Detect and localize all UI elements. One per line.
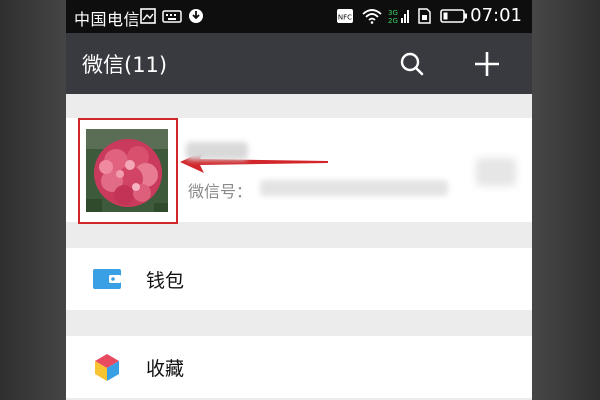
plus-icon bbox=[475, 52, 499, 76]
hydrangea-flower-image bbox=[86, 129, 168, 212]
search-icon bbox=[400, 52, 424, 76]
menu-item-wallet[interactable]: 钱包 bbox=[66, 248, 532, 310]
wifi-icon bbox=[362, 9, 382, 24]
phone-screen: 中国电信 NFC 3G 2G 07:01 微信(11) 微信号： 钱包 收藏 bbox=[66, 0, 532, 400]
signal-3g-icon: 3G 2G bbox=[388, 9, 409, 24]
profile-card[interactable]: 微信号： bbox=[66, 118, 532, 224]
right-blurred-background bbox=[532, 0, 600, 400]
avatar[interactable] bbox=[86, 129, 168, 212]
blurred-wechat-id bbox=[260, 180, 448, 196]
add-button[interactable] bbox=[468, 45, 506, 83]
wechat-id-label: 微信号： bbox=[188, 182, 253, 201]
app-header: 微信(11) bbox=[66, 33, 532, 94]
battery-icon bbox=[440, 9, 467, 23]
screenshot-icon bbox=[140, 8, 156, 24]
status-bar: 中国电信 NFC 3G 2G 07:01 bbox=[66, 0, 532, 33]
left-blurred-background bbox=[0, 0, 66, 400]
page-title: 微信(11) bbox=[82, 53, 168, 77]
carrier-label: 中国电信 bbox=[74, 10, 141, 29]
menu-item-favorites[interactable]: 收藏 bbox=[66, 336, 532, 398]
menu-item-label: 收藏 bbox=[146, 358, 185, 380]
svg-text:2G: 2G bbox=[388, 17, 398, 24]
download-icon bbox=[189, 9, 203, 23]
svg-text:3G: 3G bbox=[388, 9, 398, 17]
status-time: 07:01 bbox=[470, 5, 522, 26]
keyboard-icon bbox=[162, 10, 182, 23]
search-button[interactable] bbox=[393, 45, 431, 83]
svg-text:NFC: NFC bbox=[338, 14, 352, 22]
blurred-nickname bbox=[186, 142, 248, 160]
blurred-qr-code bbox=[476, 158, 516, 186]
favorites-icon bbox=[95, 354, 119, 381]
wallet-icon bbox=[93, 269, 121, 289]
menu-item-label: 钱包 bbox=[146, 270, 185, 292]
sim-card-icon bbox=[418, 8, 431, 24]
nfc-icon: NFC bbox=[337, 9, 353, 23]
